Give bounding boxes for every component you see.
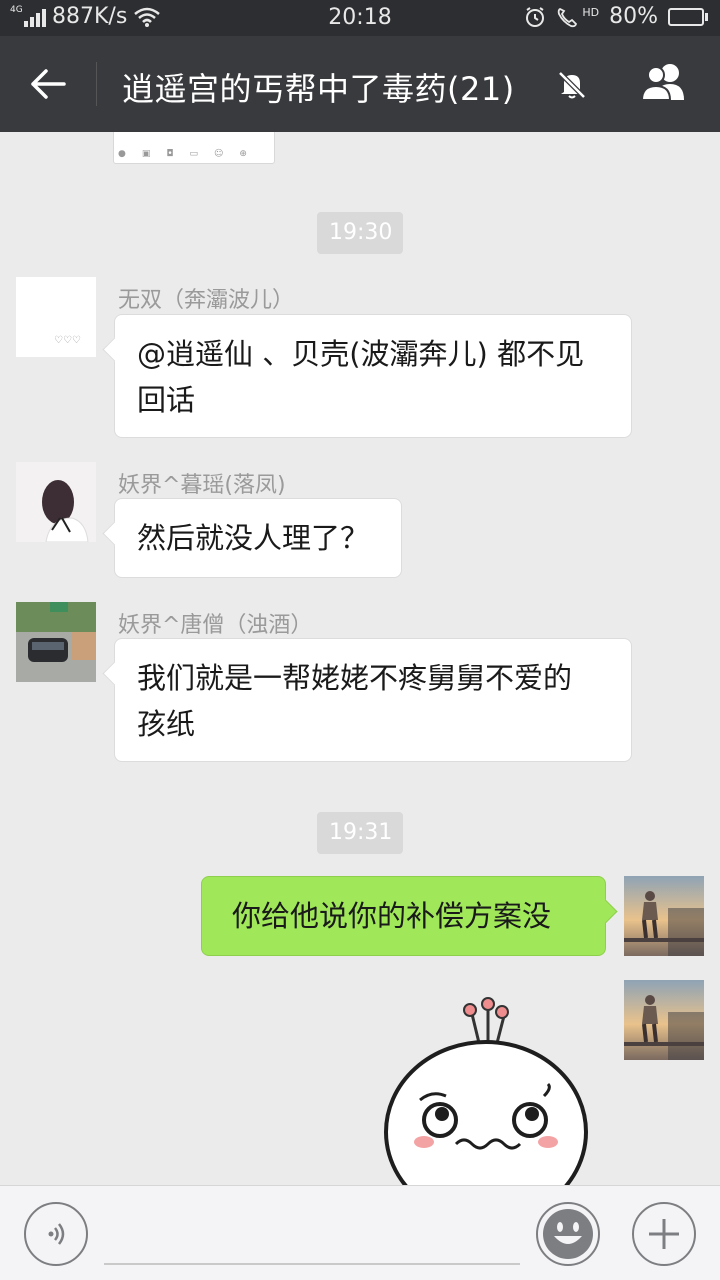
chat-header: 逍遥宫的丐帮中了毒药(21) [0,36,720,132]
time-divider: 19:31 [317,812,403,854]
emoji-icon [543,1209,593,1259]
back-arrow-icon [31,69,66,99]
mute-bell-icon [558,71,586,99]
back-button[interactable] [20,60,76,108]
emoji-button[interactable] [536,1202,600,1266]
sunset-avatar-image [624,876,704,956]
header-divider [96,62,97,106]
chat-title: 逍遥宫的丐帮中了毒药(21) [122,70,515,108]
alarm-icon [526,6,545,27]
voice-icon [48,1223,65,1245]
car-street-avatar-image [16,602,96,682]
sender-name: 妖界^暮瑶(落凤) [118,473,286,498]
message-list[interactable]: ● ▣ ◘ ▭ ☺ ⊕ 19:30 ♡♡♡ 无双（奔灞波儿） @逍遥仙 、贝壳(… [0,132,720,1185]
status-bar: 4G 887K/s 20:18 HD 80% [0,0,720,36]
avatar-hearts: ♡♡♡ [54,335,81,346]
mic-icon: ● [118,149,126,159]
battery-icon [668,7,708,26]
message-text-line: 我们就是一帮姥姥不疼舅舅不爱的 [137,661,573,695]
camera-icon: ◘ [166,149,174,159]
sunset-avatar-image [624,980,704,1060]
image-icon: ▣ [141,149,151,159]
my-avatar[interactable] [624,980,704,1060]
avatar[interactable] [16,602,96,682]
message-text-line: @逍遥仙 、贝壳(波灞奔儿) 都不见 [137,337,585,371]
time-divider: 19:30 [317,212,403,254]
my-message-bubble[interactable]: 你给他说你的补偿方案没 [201,876,606,956]
sticker-image[interactable] [380,992,596,1185]
plus-icon [649,1219,679,1249]
my-avatar[interactable] [624,876,704,956]
sender-name: 无双（奔灞波儿） [118,288,295,313]
voice-button[interactable] [24,1202,88,1266]
message-bubble[interactable]: @逍遥仙 、贝壳(波灞奔儿) 都不见 回话 [114,314,632,438]
message-bubble[interactable]: 我们就是一帮姥姥不疼舅舅不爱的 孩纸 [114,638,632,762]
previous-image-message[interactable]: ● ▣ ◘ ▭ ☺ ⊕ [113,132,275,164]
chat-screen: 4G 887K/s 20:18 HD 80% 逍遥宫的丐帮中了毒药(21) ● … [0,0,720,1280]
input-bar [0,1185,720,1280]
message-text-line: 你给他说你的补偿方案没 [232,899,552,933]
message-bubble[interactable]: 然后就没人理了？ [114,498,402,578]
battery-percent: 80% [609,4,658,29]
avatar[interactable] [16,462,96,542]
message-text-line: 回话 [137,383,196,417]
add-icon: ⊕ [239,149,247,159]
avatar[interactable]: ♡♡♡ [16,277,96,357]
message-input[interactable] [104,1263,520,1265]
gif-icon: ▭ [189,149,199,159]
message-text-line: 然后就没人理了？ [137,521,370,555]
sender-name: 妖界^唐僧（浊酒） [118,613,313,638]
message-text-line: 孩纸 [137,707,196,741]
group-members-button[interactable] [636,60,692,108]
more-button[interactable] [632,1202,696,1266]
call-icon [558,7,578,27]
group-members-icon [640,64,684,101]
girl-avatar-image [16,462,96,542]
hd-badge: HD [582,5,600,19]
smile-icon: ☺ [214,149,224,159]
